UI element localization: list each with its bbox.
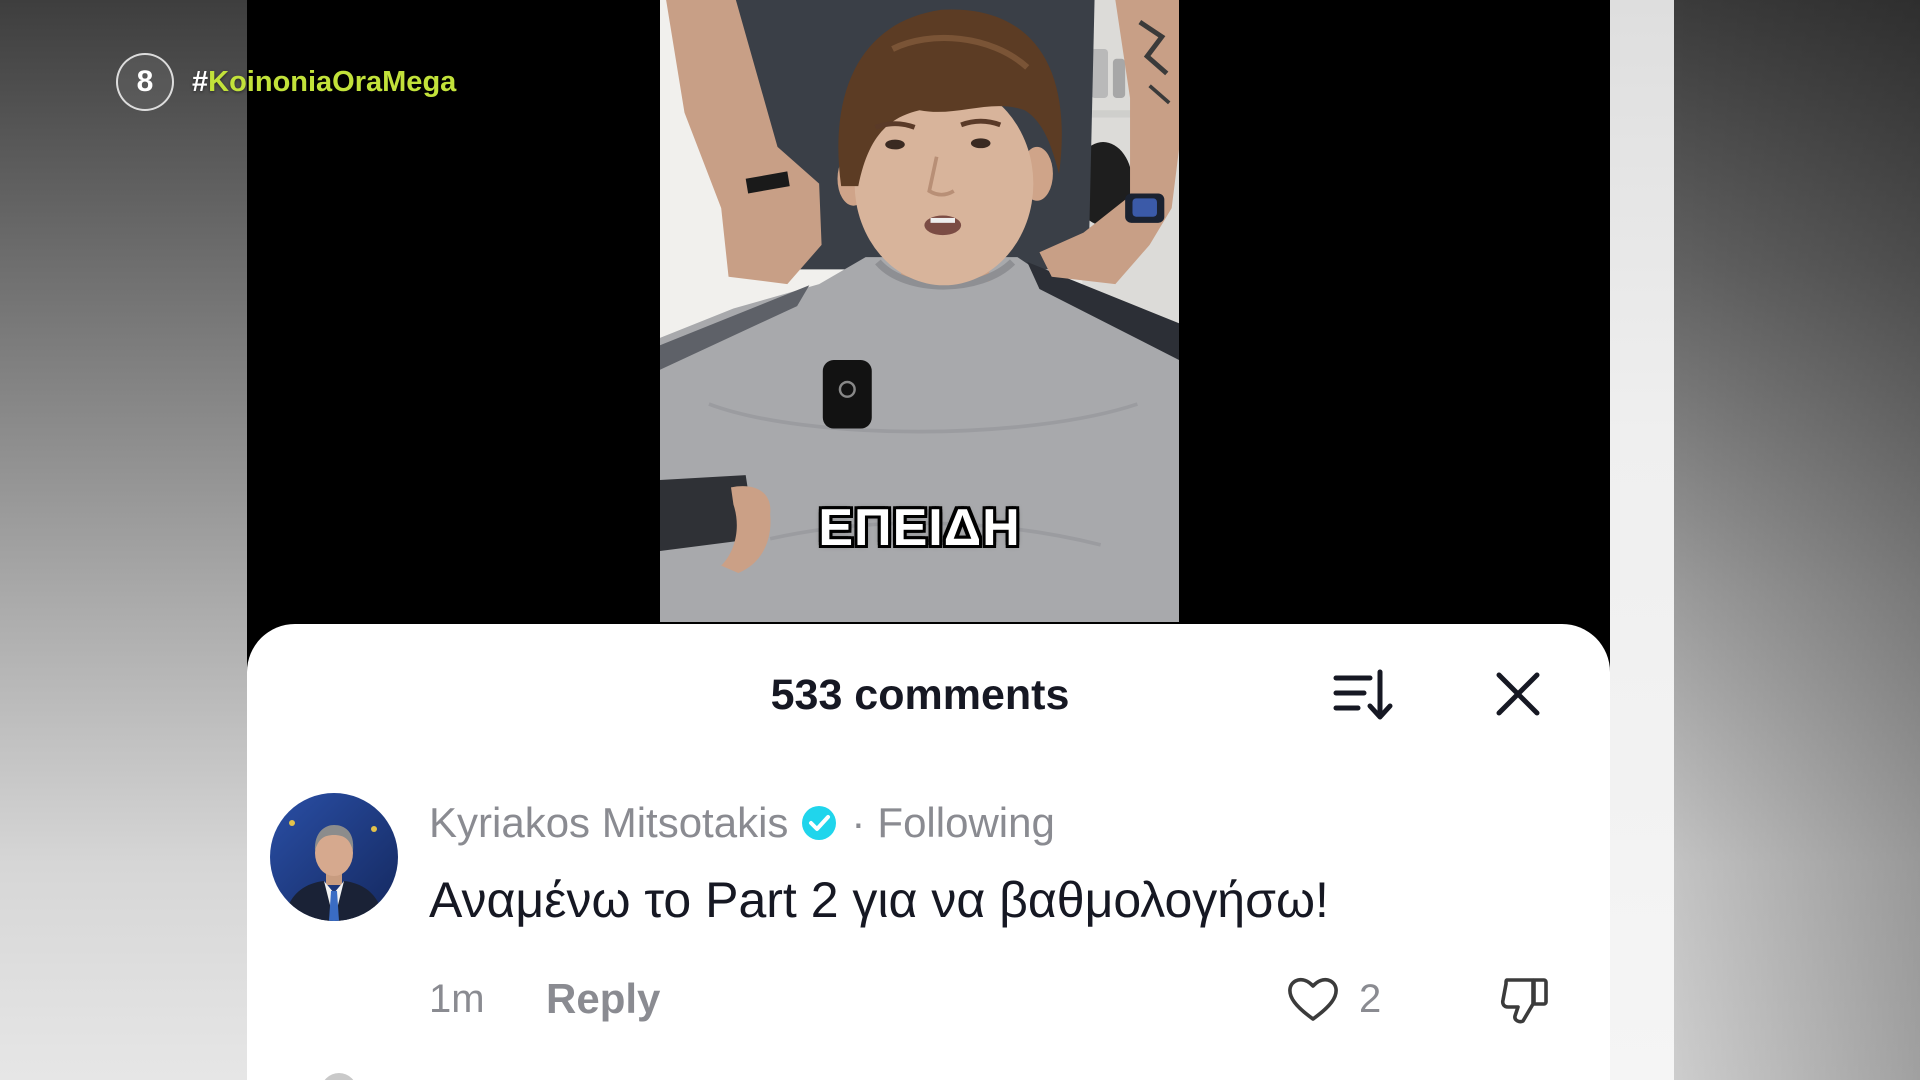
background-left <box>0 0 247 1080</box>
separator-dot: · <box>851 799 866 846</box>
side-strip <box>1610 0 1674 1080</box>
heart-icon[interactable] <box>1285 971 1341 1027</box>
comment-author[interactable]: Kyriakos Mitsotakis <box>429 799 788 847</box>
comment-time: 1m <box>429 977 485 1021</box>
like-count: 2 <box>1359 977 1382 1021</box>
background-right <box>1674 0 1920 1080</box>
lapel-microphone <box>822 359 872 429</box>
verified-badge-icon <box>801 805 837 841</box>
comment-text: Αναμένω το Part 2 για να βαθμολογήσω! <box>429 872 1329 928</box>
sort-icon[interactable] <box>1330 664 1394 724</box>
thumbs-down-icon[interactable] <box>1496 971 1552 1027</box>
close-icon[interactable] <box>1493 669 1543 719</box>
comment-author-row: Kyriakos Mitsotakis · Following <box>429 797 1055 849</box>
next-comment-avatar <box>321 1073 357 1080</box>
user-avatar[interactable] <box>270 793 398 921</box>
video-subtitle: ΕΠΕΙΔΗ <box>818 499 1021 557</box>
broadcast-frame: ΕΠΕΙΔΗ 533 comments Kyriakos Mitsotakis … <box>0 0 1920 1080</box>
comments-sheet: 533 comments Kyriakos Mitsotakis · Follo… <box>247 624 1610 1080</box>
phone-screen: ΕΠΕΙΔΗ 533 comments Kyriakos Mitsotakis … <box>247 0 1610 1080</box>
following-label: Following <box>877 799 1055 846</box>
comments-count: 533 comments <box>770 671 1070 719</box>
reply-button[interactable]: Reply <box>546 974 660 1024</box>
video-frame[interactable]: ΕΠΕΙΔΗ <box>660 0 1179 622</box>
